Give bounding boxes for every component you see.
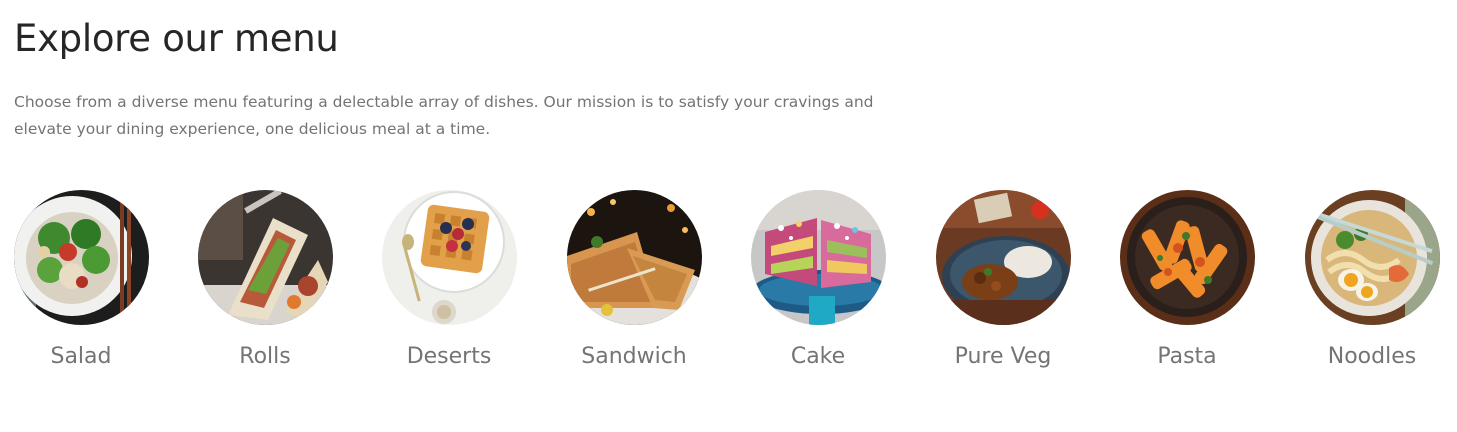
menu-item-label: Noodles (1327, 344, 1417, 369)
pasta-image (1120, 190, 1255, 325)
menu-item-cake[interactable]: Cake (728, 190, 908, 390)
menu-item-label: Salad (50, 344, 112, 369)
menu-list: Salad Rolls Deserts Sandwich Cake Pure V… (0, 190, 1457, 390)
menu-item-pasta[interactable]: Pasta (1097, 190, 1277, 390)
menu-item-pure-veg[interactable]: Pure Veg (913, 190, 1093, 390)
pure-veg-image (936, 190, 1071, 325)
menu-item-label: Pasta (1157, 344, 1217, 369)
menu-description: Choose from a diverse menu featuring a d… (14, 93, 874, 138)
rolls-image (198, 190, 333, 325)
deserts-image (382, 190, 517, 325)
sandwich-image (567, 190, 702, 325)
page-title: Explore our menu (14, 17, 339, 60)
menu-item-salad[interactable]: Salad (0, 190, 171, 390)
cake-image (751, 190, 886, 325)
menu-item-label: Deserts (406, 344, 492, 369)
menu-item-noodles[interactable]: Noodles (1282, 190, 1457, 390)
menu-item-label: Sandwich (581, 344, 687, 369)
salad-image (14, 190, 149, 325)
menu-item-label: Cake (790, 344, 846, 369)
menu-item-deserts[interactable]: Deserts (359, 190, 539, 390)
menu-item-label: Pure Veg (954, 344, 1052, 369)
noodles-image (1305, 190, 1440, 325)
menu-item-sandwich[interactable]: Sandwich (544, 190, 724, 390)
menu-item-rolls[interactable]: Rolls (175, 190, 355, 390)
explore-menu-section: Explore our menu Choose from a diverse m… (0, 0, 1457, 432)
menu-item-label: Rolls (239, 344, 291, 369)
